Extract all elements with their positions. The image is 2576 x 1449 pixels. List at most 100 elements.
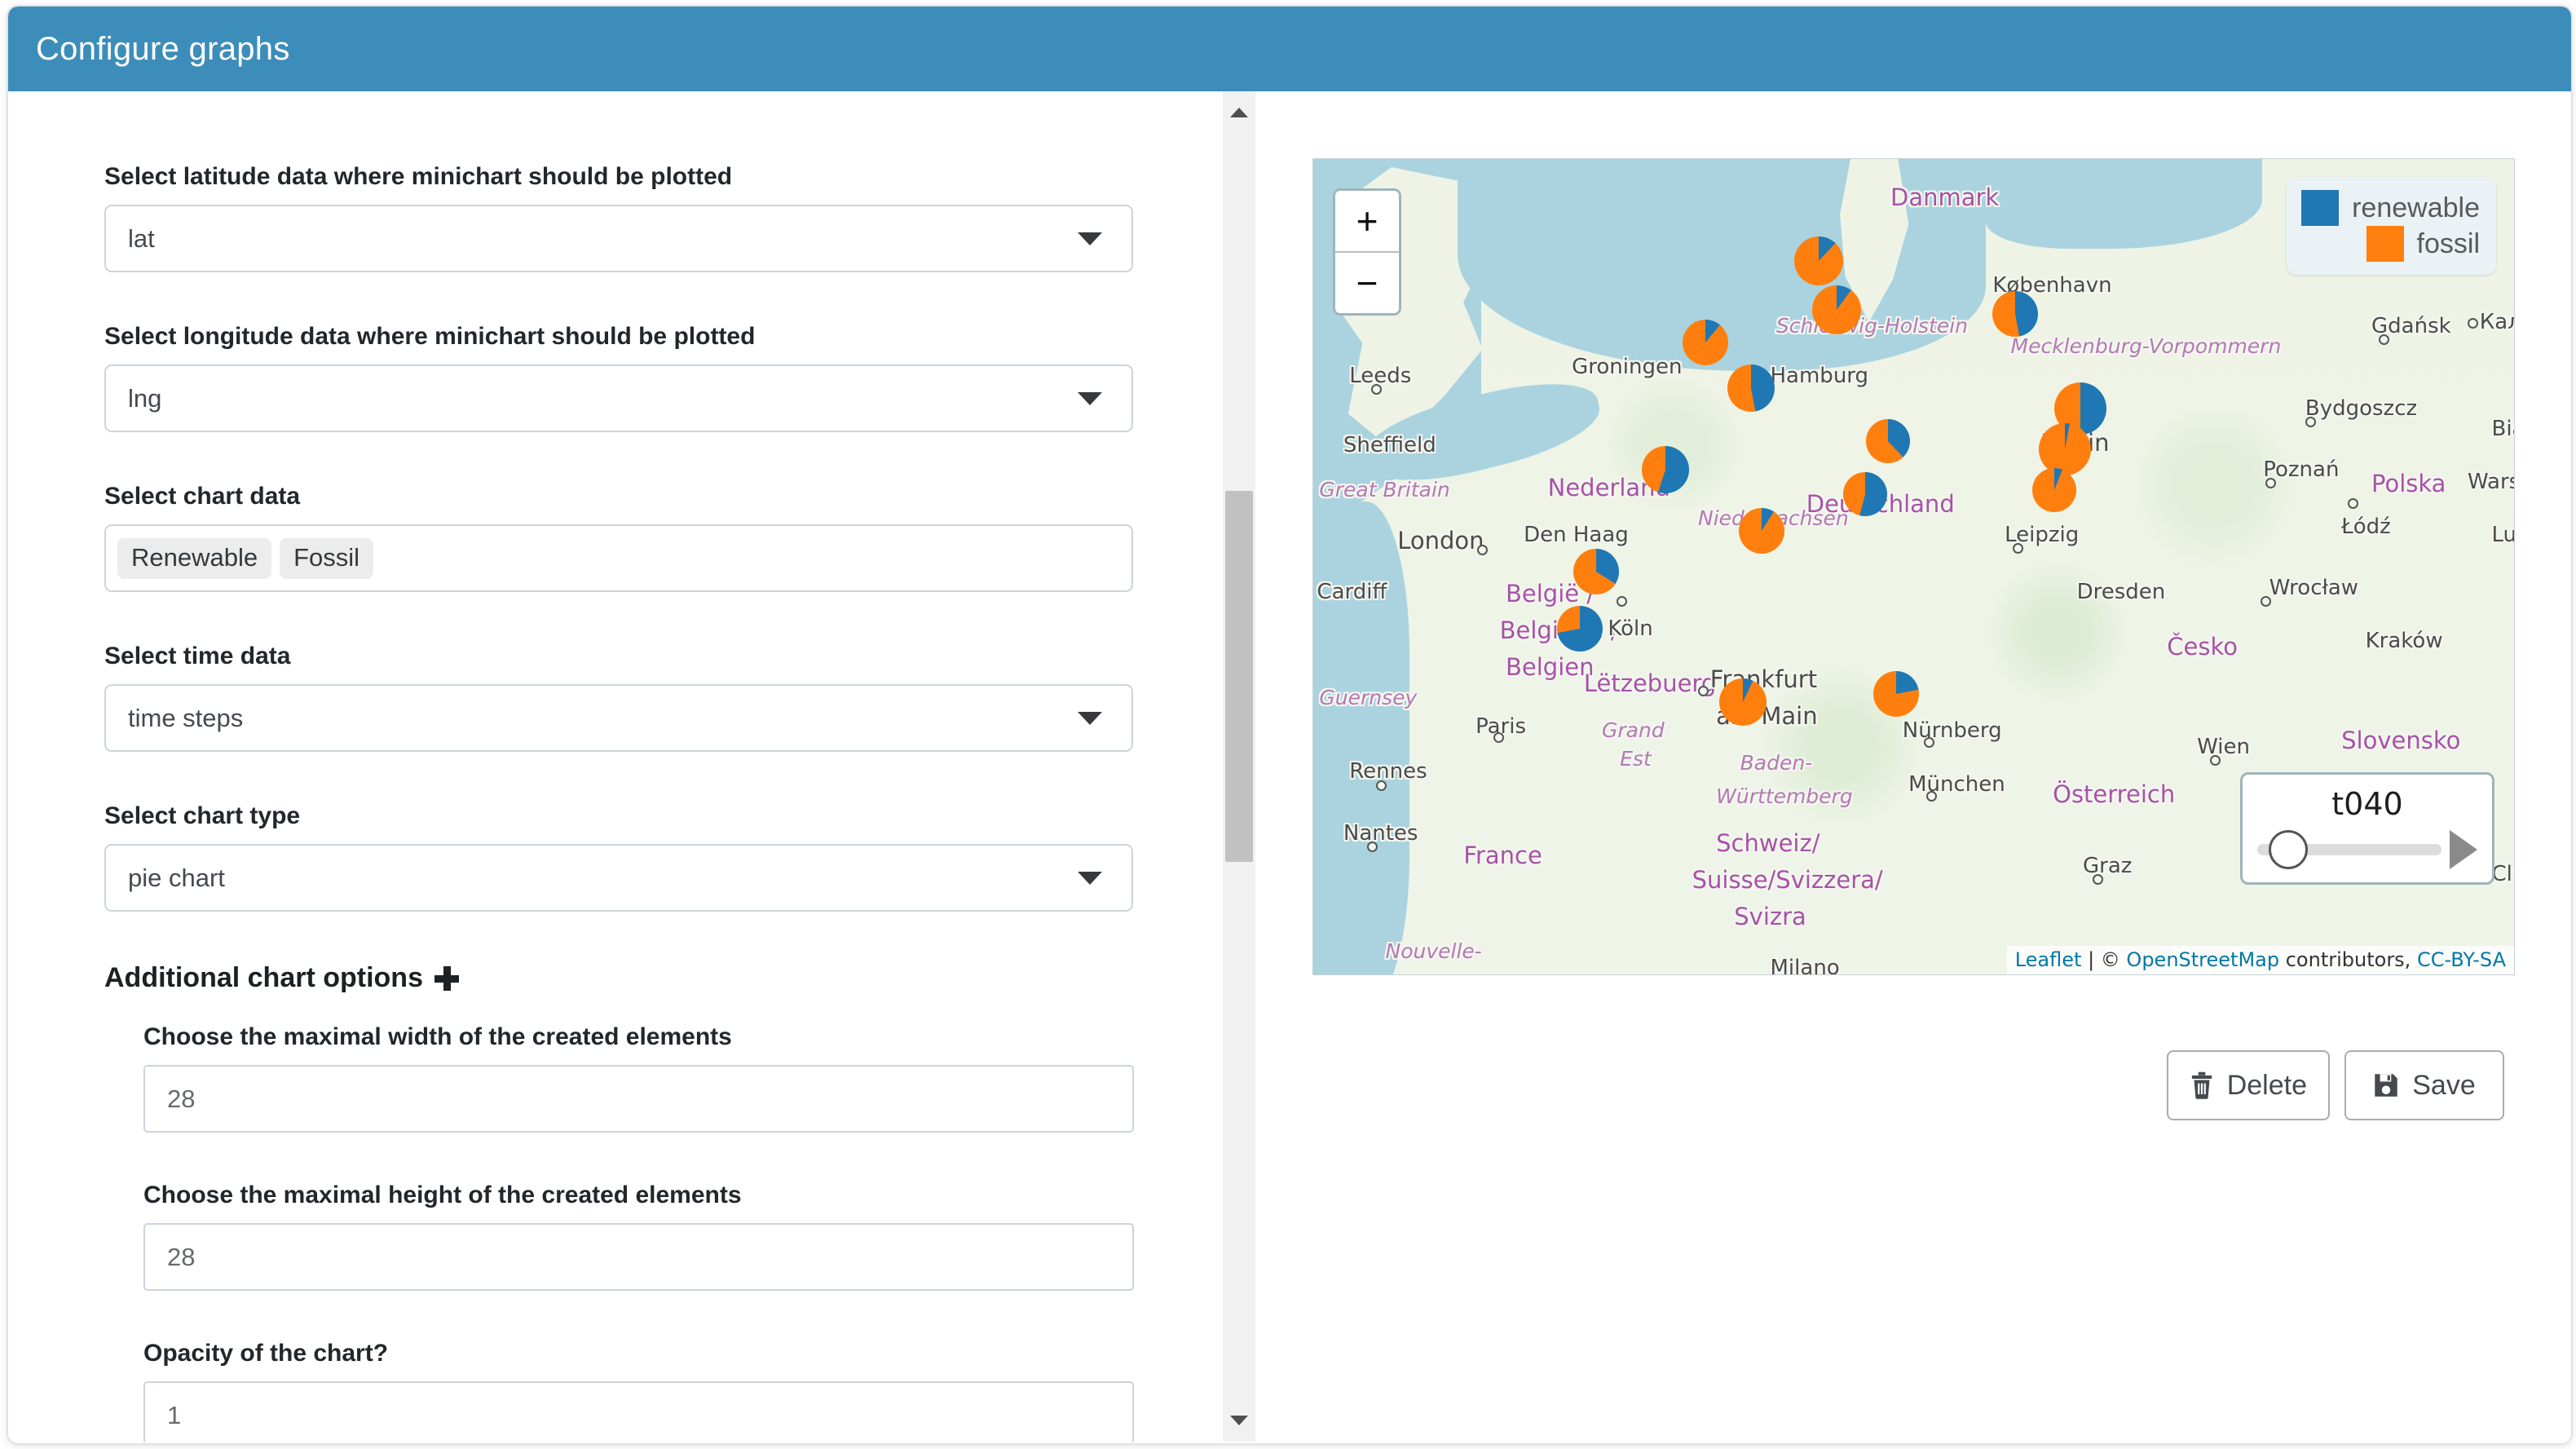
- scrollbar-thumb[interactable]: [1225, 491, 1253, 862]
- scrollbar-down-arrow[interactable]: [1223, 1404, 1255, 1437]
- pie-minichart[interactable]: [1793, 236, 1843, 286]
- additional-chart-options-title: Additional chart options: [104, 962, 423, 993]
- openstreetmap-link[interactable]: OpenStreetMap: [2126, 948, 2279, 971]
- map-label: Łódź: [2341, 514, 2391, 539]
- legend-swatch-renewable: [2301, 190, 2340, 226]
- attribution-separator: |: [2081, 948, 2101, 971]
- city-dot: [2305, 416, 2316, 427]
- time-slider-row: [2257, 830, 2477, 869]
- map-label: Suisse/Svizzera/: [1692, 865, 1883, 894]
- field-max-width-label: Choose the maximal width of the created …: [143, 1023, 732, 1050]
- plus-icon[interactable]: [434, 965, 459, 991]
- chart-data-tag-fossil[interactable]: Fossil: [280, 537, 374, 579]
- attribution-contributors: contributors,: [2279, 948, 2417, 971]
- field-chart-data-label: Select chart data: [104, 483, 301, 510]
- map-label: Baden-: [1740, 751, 1813, 775]
- app-root: Configure graphs Select latitude data wh…: [0, 0, 2576, 1449]
- opacity-input[interactable]: 1: [143, 1381, 1134, 1442]
- time-slider-track[interactable]: [2257, 830, 2441, 869]
- zoom-in-button[interactable]: +: [1335, 191, 1399, 253]
- map-label: Česko: [2167, 633, 2238, 661]
- max-width-input[interactable]: 28: [143, 1065, 1134, 1133]
- pie-minichart[interactable]: [1682, 320, 1728, 366]
- map-label: Mecklenburg-Vorpommern: [2010, 334, 2282, 359]
- chevron-down-icon: [1078, 232, 1102, 245]
- time-step-label: t040: [2331, 786, 2403, 822]
- map-label: Bydgoszcz: [2305, 395, 2418, 421]
- additional-chart-options-header[interactable]: Additional chart options: [104, 962, 1206, 994]
- delete-button[interactable]: Delete: [2166, 1050, 2330, 1120]
- field-opacity-label: Opacity of the chart?: [143, 1340, 389, 1367]
- map-label: Schweiz/: [1716, 828, 1820, 857]
- latitude-select[interactable]: lat: [104, 205, 1133, 272]
- field-max-height: Choose the maximal height of the created…: [143, 1182, 1134, 1291]
- leaflet-map[interactable]: DanmarkKøbenhavnGdańskКалинингLeedsSheff…: [1312, 158, 2515, 975]
- field-opacity: Opacity of the chart? 1: [143, 1340, 1134, 1442]
- time-data-select-value: time steps: [128, 703, 244, 732]
- field-latitude: Select latitude data where minichart sho…: [104, 163, 1133, 272]
- field-max-width: Choose the maximal width of the created …: [143, 1023, 1134, 1133]
- chart-legend: renewable fossil: [2287, 177, 2496, 275]
- map-label: Belgien: [1506, 653, 1595, 682]
- longitude-select[interactable]: lng: [104, 364, 1133, 432]
- legend-label-renewable: renewable: [2352, 192, 2480, 223]
- map-label: Grand: [1602, 718, 1665, 743]
- map-label: Den Haag: [1524, 522, 1629, 547]
- form-scrollbar[interactable]: [1223, 91, 1255, 1442]
- pie-minichart[interactable]: [1811, 285, 1861, 335]
- map-label: Clu: [2491, 861, 2515, 886]
- scrollbar-up-arrow[interactable]: [1223, 96, 1255, 129]
- field-chart-data: Select chart data Renewable Fossil: [104, 483, 1133, 592]
- city-dot: [1926, 790, 1938, 802]
- chart-data-multiselect[interactable]: Renewable Fossil: [104, 524, 1133, 592]
- map-label: Köln: [1608, 616, 1653, 642]
- map-label: Poznań: [2263, 457, 2340, 482]
- pie-minichart[interactable]: [1718, 678, 1767, 727]
- zoom-out-button[interactable]: −: [1335, 253, 1399, 313]
- pie-minichart[interactable]: [1843, 471, 1888, 516]
- pie-minichart[interactable]: [2038, 422, 2091, 475]
- legend-swatch-fossil: [2366, 226, 2404, 262]
- map-label: Groningen: [1572, 355, 1683, 380]
- license-link[interactable]: CC-BY-SA: [2417, 948, 2506, 971]
- time-data-select[interactable]: time steps: [104, 684, 1133, 752]
- map-label: Polska: [2371, 469, 2446, 497]
- save-button[interactable]: Save: [2344, 1050, 2504, 1120]
- pie-minichart[interactable]: [1642, 445, 1690, 493]
- pie-minichart[interactable]: [2031, 467, 2076, 512]
- field-chart-type-label: Select chart type: [104, 802, 301, 829]
- play-icon[interactable]: [2450, 830, 2477, 869]
- chart-type-select[interactable]: pie chart: [104, 844, 1133, 912]
- pie-minichart[interactable]: [1573, 549, 1619, 594]
- floppy-disk-icon: [2373, 1072, 2399, 1098]
- map-label: Kraków: [2365, 629, 2443, 654]
- max-height-input[interactable]: 28: [143, 1223, 1134, 1291]
- map-label: London: [1397, 526, 1484, 554]
- time-slider-thumb[interactable]: [2269, 830, 2309, 869]
- city-dot: [1375, 780, 1387, 791]
- map-label: Milano: [1770, 955, 1840, 975]
- trash-icon: [2190, 1071, 2214, 1099]
- modal-body: Select latitude data where minichart sho…: [8, 91, 2571, 1442]
- map-label: Danmark: [1890, 183, 2000, 212]
- field-latitude-label: Select latitude data where minichart sho…: [104, 163, 733, 190]
- city-dot: [1367, 841, 1378, 852]
- modal-header: Configure graphs: [8, 7, 2571, 91]
- chart-type-select-value: pie chart: [128, 863, 225, 892]
- map-label: Biał: [2491, 416, 2515, 441]
- longitude-select-value: lng: [128, 383, 162, 413]
- pie-minichart[interactable]: [1727, 364, 1775, 412]
- field-longitude-label: Select longitude data where minichart sh…: [104, 323, 756, 350]
- leaflet-link[interactable]: Leaflet: [2015, 948, 2082, 971]
- chevron-down-icon: [1078, 871, 1102, 885]
- latitude-select-value: lat: [128, 223, 155, 253]
- pie-minichart[interactable]: [1866, 418, 1911, 463]
- chart-data-tag-renewable[interactable]: Renewable: [117, 537, 272, 579]
- pie-minichart[interactable]: [1739, 507, 1785, 554]
- map-label: Schleswig-Holstein: [1775, 314, 1969, 338]
- map-label: Leeds: [1349, 363, 1412, 388]
- map-label: Wrocław: [2269, 576, 2359, 601]
- city-dot: [2092, 873, 2103, 885]
- map-label: Dresden: [2076, 580, 2166, 605]
- legend-label-fossil: fossil: [2416, 228, 2480, 259]
